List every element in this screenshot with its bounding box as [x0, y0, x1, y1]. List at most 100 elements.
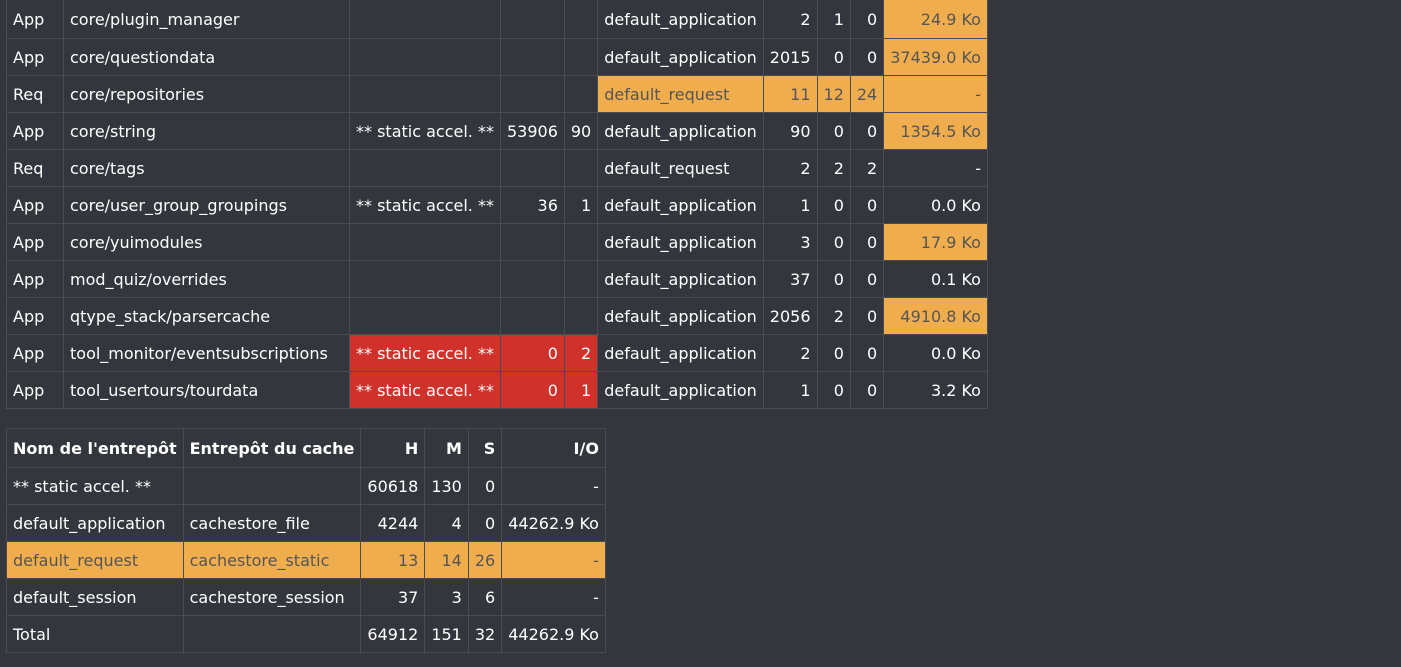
definition-name: core/string — [63, 112, 350, 150]
definition-row: App qtype_stack/parsercache default_applic… — [6, 297, 988, 335]
definition-mode: App — [6, 223, 64, 261]
static-store-name — [349, 149, 501, 187]
store-misses: 0 — [816, 186, 851, 224]
static-hits: 0 — [499, 334, 565, 372]
static-store-name: ** static accel. ** — [349, 371, 501, 409]
static-store-name: ** static accel. ** — [349, 334, 501, 372]
store-io: 0.0 Ko — [883, 186, 988, 224]
definition-name: tool_usertours/tourdata — [63, 371, 350, 409]
cache-definitions-table: App core/plugin_manager default_applicatio… — [6, 0, 988, 409]
store-row-hits: 13 — [360, 541, 426, 579]
store-hits: 3 — [762, 223, 818, 261]
store-sets: 0 — [849, 223, 885, 261]
store-row-plugin: cachestore_static — [182, 541, 362, 579]
store-misses: 1 — [816, 0, 851, 39]
store-name: default_application — [597, 334, 764, 372]
definition-row: App tool_monitor/eventsubscriptions ** sta… — [6, 334, 988, 372]
store-name: default_application — [597, 260, 764, 298]
store-row-name: default_request — [6, 541, 184, 579]
store-row-plugin — [182, 467, 362, 505]
store-row-hits: 60618 — [360, 467, 426, 505]
store-row-misses: 4 — [424, 504, 469, 542]
store-sets: 24 — [849, 75, 885, 113]
static-hits — [499, 297, 565, 335]
store-row-name: Total — [6, 615, 184, 653]
store-hits: 2 — [762, 334, 818, 372]
store-io: - — [883, 149, 988, 187]
store-name: default_application — [597, 223, 764, 261]
store-sets: 0 — [849, 334, 885, 372]
definition-name: tool_monitor/eventsubscriptions — [63, 334, 350, 372]
store-row-io: - — [501, 467, 606, 505]
store-misses: 2 — [816, 297, 851, 335]
definition-mode: App — [6, 297, 64, 335]
definition-name: core/yuimodules — [63, 223, 350, 261]
static-hits — [499, 0, 565, 39]
store-row-io: - — [501, 578, 606, 616]
definition-row: Req core/tags default_request 2 2 2- — [6, 149, 988, 187]
static-store-name — [349, 297, 501, 335]
static-store-name: ** static accel. ** — [349, 186, 501, 224]
store-sets: 0 — [849, 38, 885, 76]
store-row-misses: 130 — [424, 467, 469, 505]
store-sets: 0 — [849, 297, 885, 335]
definition-row: App core/questiondata default_application 2… — [6, 38, 988, 76]
store-row-io: 44262.9 Ko — [501, 504, 606, 542]
definition-row: Req core/repositories default_request 11 12 2… — [6, 75, 988, 113]
header-io: I/O — [501, 428, 606, 468]
store-io: 0.0 Ko — [883, 334, 988, 372]
store-row: default_application cachestore_file 4244 4 0… — [6, 504, 606, 542]
store-misses: 0 — [816, 223, 851, 261]
store-row-misses: 14 — [424, 541, 469, 579]
static-hits — [499, 149, 565, 187]
store-hits: 90 — [762, 112, 818, 150]
store-io: 17.9 Ko — [883, 223, 988, 261]
definition-mode: App — [6, 0, 64, 39]
static-hits — [499, 223, 565, 261]
store-io: 0.1 Ko — [883, 260, 988, 298]
store-row-io: 44262.9 Ko — [501, 615, 606, 653]
store-hits: 37 — [762, 260, 818, 298]
store-name: default_application — [597, 297, 764, 335]
definition-mode: App — [6, 371, 64, 409]
store-row: default_session cachestore_session 37 3 6- — [6, 578, 606, 616]
store-misses: 0 — [816, 334, 851, 372]
definition-mode: App — [6, 260, 64, 298]
store-misses: 0 — [816, 38, 851, 76]
static-misses — [563, 297, 599, 335]
definition-name: mod_quiz/overrides — [63, 260, 350, 298]
store-name: default_application — [597, 0, 764, 39]
static-hits: 53906 — [499, 112, 565, 150]
store-misses: 0 — [816, 112, 851, 150]
static-misses — [563, 149, 599, 187]
header-store-plugin: Entrepôt du cache — [182, 428, 362, 468]
store-hits: 1 — [762, 186, 818, 224]
definition-mode: App — [6, 334, 64, 372]
store-name: default_application — [597, 371, 764, 409]
store-sets: 0 — [849, 371, 885, 409]
definition-mode: App — [6, 112, 64, 150]
store-row-plugin: cachestore_session — [182, 578, 362, 616]
store-misses: 2 — [816, 149, 851, 187]
store-io: 4910.8 Ko — [883, 297, 988, 335]
store-name: default_application — [597, 112, 764, 150]
store-hits: 11 — [762, 75, 818, 113]
store-sets: 0 — [849, 260, 885, 298]
store-misses: 0 — [816, 371, 851, 409]
store-name: default_application — [597, 38, 764, 76]
store-io: 1354.5 Ko — [883, 112, 988, 150]
definition-row: App core/plugin_manager default_applicatio… — [6, 0, 988, 39]
definition-mode: Req — [6, 75, 64, 113]
static-store-name — [349, 223, 501, 261]
static-hits — [499, 38, 565, 76]
static-misses — [563, 260, 599, 298]
definition-row: App core/user_group_groupings ** static ac… — [6, 186, 988, 224]
store-hits: 2015 — [762, 38, 818, 76]
static-misses — [563, 223, 599, 261]
header-hits: H — [360, 428, 426, 468]
definition-name: qtype_stack/parsercache — [63, 297, 350, 335]
store-name: default_application — [597, 186, 764, 224]
store-row: default_request cachestore_static 13 14 26- — [6, 541, 606, 579]
stores-table-header: Nom de l'entrepôt Entrepôt du cache H M … — [6, 428, 606, 468]
definition-row: App tool_usertours/tourdata ** static acce… — [6, 371, 988, 409]
